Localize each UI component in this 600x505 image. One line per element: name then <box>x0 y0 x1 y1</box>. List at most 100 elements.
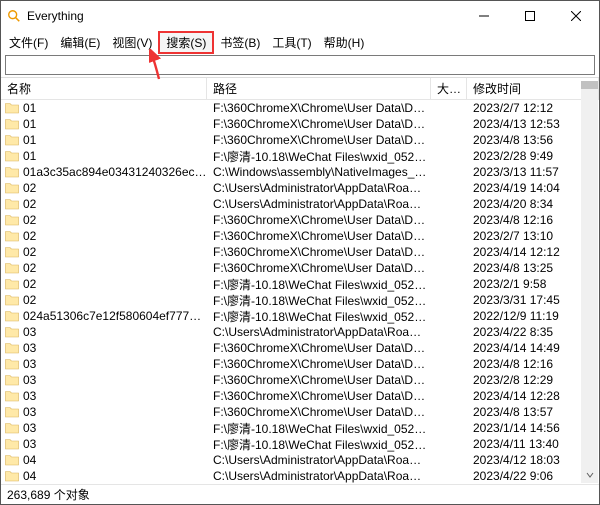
cell-date: 2023/4/22 9:06 <box>467 469 599 483</box>
table-row[interactable]: 02F:\廖清-10.18\WeChat Files\wxid_052h4x2.… <box>1 292 599 308</box>
folder-icon <box>5 278 19 290</box>
folder-icon <box>5 326 19 338</box>
folder-icon <box>5 230 19 242</box>
scroll-down-arrow[interactable] <box>581 466 598 483</box>
cell-name: 03 <box>23 389 207 403</box>
scroll-thumb[interactable] <box>581 81 598 89</box>
cell-date: 2023/2/1 9:58 <box>467 277 599 291</box>
statusbar: 263,689 个对象 <box>1 484 599 504</box>
table-row[interactable]: 02F:\360ChromeX\Chrome\User Data\Defa...… <box>1 260 599 276</box>
cell-date: 2023/4/11 13:40 <box>467 437 599 451</box>
table-row[interactable]: 03F:\360ChromeX\Chrome\User Data\Defa...… <box>1 372 599 388</box>
table-row[interactable]: 03F:\廖清-10.18\WeChat Files\wxid_052h4x2.… <box>1 420 599 436</box>
folder-icon <box>5 150 19 162</box>
cell-date: 2023/4/14 12:28 <box>467 389 599 403</box>
cell-name: 01 <box>23 149 207 163</box>
cell-path: F:\廖清-10.18\WeChat Files\wxid_052h4x2... <box>207 420 431 437</box>
cell-date: 2023/4/8 13:25 <box>467 261 599 275</box>
maximize-button[interactable] <box>507 1 553 31</box>
cell-date: 2023/4/13 12:53 <box>467 117 599 131</box>
table-row[interactable]: 03F:\360ChromeX\Chrome\User Data\Defa...… <box>1 340 599 356</box>
table-row[interactable]: 02F:\360ChromeX\Chrome\User Data\Defa...… <box>1 228 599 244</box>
table-row[interactable]: 01F:\360ChromeX\Chrome\User Data\Defa...… <box>1 100 599 116</box>
table-row[interactable]: 01F:\廖清-10.18\WeChat Files\wxid_052h4x2.… <box>1 148 599 164</box>
folder-icon <box>5 294 19 306</box>
cell-path: F:\360ChromeX\Chrome\User Data\Defa... <box>207 389 431 403</box>
cell-name: 01a3c35ac894e03431240326ecfca933 <box>23 165 207 179</box>
table-row[interactable]: 03C:\Users\Administrator\AppData\Roamin.… <box>1 324 599 340</box>
column-header-size[interactable]: 大小 <box>431 78 467 99</box>
table-row[interactable]: 03F:\360ChromeX\Chrome\User Data\Defa...… <box>1 404 599 420</box>
cell-name: 02 <box>23 293 207 307</box>
folder-icon <box>5 374 19 386</box>
folder-icon <box>5 422 19 434</box>
minimize-button[interactable] <box>461 1 507 31</box>
table-row[interactable]: 03F:\360ChromeX\Chrome\User Data\Defa...… <box>1 388 599 404</box>
table-row[interactable]: 02C:\Users\Administrator\AppData\Roamin.… <box>1 196 599 212</box>
column-header-date[interactable]: 修改时间 <box>467 78 599 99</box>
cell-date: 2023/4/8 12:16 <box>467 357 599 371</box>
cell-date: 2022/12/9 11:19 <box>467 309 599 323</box>
folder-icon <box>5 406 19 418</box>
folder-icon <box>5 438 19 450</box>
cell-name: 03 <box>23 421 207 435</box>
column-header-name[interactable]: 名称 <box>1 78 207 99</box>
table-row[interactable]: 02F:\廖清-10.18\WeChat Files\wxid_052h4x2.… <box>1 276 599 292</box>
cell-path: F:\360ChromeX\Chrome\User Data\Defa... <box>207 261 431 275</box>
folder-icon <box>5 118 19 130</box>
cell-name: 02 <box>23 277 207 291</box>
cell-path: F:\360ChromeX\Chrome\User Data\Defa... <box>207 213 431 227</box>
table-row[interactable]: 04C:\Users\Administrator\AppData\Roamin.… <box>1 452 599 468</box>
cell-date: 2023/3/31 17:45 <box>467 293 599 307</box>
folder-icon <box>5 390 19 402</box>
menu-item[interactable]: 搜索(S) <box>158 31 214 54</box>
menu-item[interactable]: 工具(T) <box>266 33 317 52</box>
vertical-scrollbar[interactable] <box>581 81 598 483</box>
folder-icon <box>5 470 19 482</box>
cell-path: F:\360ChromeX\Chrome\User Data\Defa... <box>207 133 431 147</box>
cell-path: F:\360ChromeX\Chrome\User Data\Defa... <box>207 117 431 131</box>
cell-name: 01 <box>23 133 207 147</box>
menu-item[interactable]: 编辑(E) <box>54 33 106 52</box>
cell-path: F:\360ChromeX\Chrome\User Data\Defa... <box>207 357 431 371</box>
column-header-path[interactable]: 路径 <box>207 78 431 99</box>
folder-icon <box>5 134 19 146</box>
table-row[interactable]: 024a51306c7e12f580604ef77723f877F:\廖清-10… <box>1 308 599 324</box>
table-row[interactable]: 03F:\廖清-10.18\WeChat Files\wxid_052h4x2.… <box>1 436 599 452</box>
cell-date: 2023/1/14 14:56 <box>467 421 599 435</box>
search-input[interactable] <box>5 55 595 75</box>
menu-item[interactable]: 帮助(H) <box>318 33 371 52</box>
cell-name: 02 <box>23 213 207 227</box>
table-row[interactable]: 04C:\Users\Administrator\AppData\Roamin.… <box>1 468 599 484</box>
cell-name: 01 <box>23 101 207 115</box>
table-row[interactable]: 03F:\360ChromeX\Chrome\User Data\Defa...… <box>1 356 599 372</box>
cell-name: 02 <box>23 261 207 275</box>
cell-name: 03 <box>23 373 207 387</box>
cell-name: 024a51306c7e12f580604ef77723f877 <box>23 309 207 323</box>
menu-item[interactable]: 书签(B) <box>214 33 266 52</box>
app-icon <box>7 9 21 23</box>
folder-icon <box>5 166 19 178</box>
cell-name: 02 <box>23 181 207 195</box>
close-button[interactable] <box>553 1 599 31</box>
cell-path: F:\廖清-10.18\WeChat Files\wxid_052h4x2... <box>207 276 431 293</box>
results-rows: 01F:\360ChromeX\Chrome\User Data\Defa...… <box>1 100 599 484</box>
table-row[interactable]: 02F:\360ChromeX\Chrome\User Data\Defa...… <box>1 212 599 228</box>
menu-item[interactable]: 视图(V) <box>106 33 158 52</box>
folder-icon <box>5 358 19 370</box>
cell-path: C:\Users\Administrator\AppData\Roamin... <box>207 181 431 195</box>
table-row[interactable]: 01F:\360ChromeX\Chrome\User Data\Defa...… <box>1 116 599 132</box>
table-row[interactable]: 02C:\Users\Administrator\AppData\Roamin.… <box>1 180 599 196</box>
status-text: 263,689 个对象 <box>7 486 90 503</box>
menubar: 文件(F)编辑(E)视图(V)搜索(S)书签(B)工具(T)帮助(H) <box>1 31 599 53</box>
table-row[interactable]: 01F:\360ChromeX\Chrome\User Data\Defa...… <box>1 132 599 148</box>
cell-name: 03 <box>23 437 207 451</box>
folder-icon <box>5 342 19 354</box>
table-row[interactable]: 01a3c35ac894e03431240326ecfca933C:\Windo… <box>1 164 599 180</box>
folder-icon <box>5 262 19 274</box>
cell-path: F:\360ChromeX\Chrome\User Data\Defa... <box>207 341 431 355</box>
cell-date: 2023/2/28 9:49 <box>467 149 599 163</box>
cell-path: F:\廖清-10.18\WeChat Files\wxid_052h4x2... <box>207 148 431 165</box>
menu-item[interactable]: 文件(F) <box>3 33 54 52</box>
table-row[interactable]: 02F:\360ChromeX\Chrome\User Data\Defa...… <box>1 244 599 260</box>
